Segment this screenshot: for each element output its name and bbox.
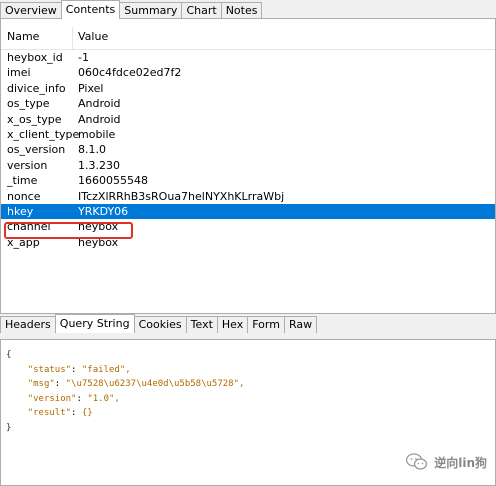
row-value: 060c4fdce02ed7f2	[78, 66, 182, 80]
table-row[interactable]: x_client_type mobile	[1, 127, 495, 142]
json-value-result: {}	[81, 408, 93, 418]
row-name: divice_info	[7, 81, 66, 95]
table-row[interactable]: os_version 8.1.0	[1, 142, 495, 157]
table-row[interactable]: hkey YRKDY06	[1, 204, 495, 219]
tab-raw[interactable]: Raw	[283, 316, 318, 333]
column-divider[interactable]	[72, 27, 73, 49]
row-name: nonce	[7, 189, 41, 203]
row-value: 1660055548	[78, 174, 148, 188]
tab-cookies[interactable]: Cookies	[133, 316, 187, 333]
tab-overview[interactable]: Overview	[0, 2, 62, 19]
tab-form[interactable]: Form	[247, 316, 285, 333]
row-value: -1	[78, 51, 89, 64]
row-name: _time	[7, 174, 38, 188]
row-name: channel	[7, 220, 51, 234]
top-tab-bar: Overview Contents Summary Chart Notes	[0, 0, 263, 19]
row-name: x_client_type	[7, 128, 80, 141]
watermark: 逆向lin狗	[406, 453, 487, 471]
table-row[interactable]: heybox_id -1	[1, 50, 495, 65]
table-row[interactable]: nonce ITczXlRRhB3sROua7helNYXhKLrraWbj	[1, 189, 495, 204]
row-name: x_os_type	[7, 112, 62, 126]
row-value: heybox	[78, 220, 119, 234]
row-name: heybox_id	[7, 51, 63, 64]
row-value: YRKDY06	[78, 205, 129, 218]
json-key-status: "status"	[27, 364, 72, 375]
table-row[interactable]: imei 060c4fdce02ed7f2	[1, 65, 495, 80]
table-row[interactable]: version 1.3.230	[1, 158, 495, 173]
table-row[interactable]: divice_info Pixel	[1, 81, 495, 96]
json-key-result: "result"	[27, 408, 72, 418]
row-value: heybox	[78, 235, 119, 249]
grid-header: Name Value	[1, 27, 495, 50]
table-row[interactable]: _time 1660055548	[1, 173, 495, 188]
table-row[interactable]: x_os_type Android	[1, 112, 495, 127]
json-value-msg: "\u7528\u6237\u4e0d\u5b58\u5728",	[65, 379, 245, 389]
row-name: os_type	[7, 97, 50, 111]
column-header-value[interactable]: Value	[78, 30, 108, 43]
watermark-text: 逆向lin狗	[434, 455, 487, 470]
row-value: mobile	[78, 128, 116, 141]
row-value: Android	[78, 112, 121, 126]
tab-contents[interactable]: Contents	[60, 0, 121, 19]
row-name: os_version	[7, 143, 66, 157]
row-value: 8.1.0	[78, 143, 106, 157]
wechat-icon	[406, 453, 428, 470]
row-value: Android	[78, 97, 121, 111]
table-row[interactable]: channel heybox	[1, 219, 495, 234]
tab-query-string[interactable]: Query String	[54, 314, 135, 333]
json-key-version: "version"	[27, 393, 77, 404]
row-value: Pixel	[78, 81, 104, 95]
request-params-grid: Name Value heybox_id -1 imei 060c4fdce02ed7…	[0, 18, 496, 314]
row-name: version	[7, 158, 48, 172]
tab-notes[interactable]: Notes	[220, 2, 263, 19]
json-value-status: "failed",	[81, 364, 131, 375]
row-name: hkey	[7, 205, 34, 218]
bottom-tab-bar: Headers Query String Cookies Text Hex Fo…	[0, 314, 318, 333]
response-json: { "status": "failed", "msg": "\u7528\u62…	[6, 350, 245, 433]
json-key-msg: "msg"	[27, 379, 55, 389]
tab-summary[interactable]: Summary	[119, 2, 183, 19]
tab-chart[interactable]: Chart	[181, 2, 222, 19]
column-header-name[interactable]: Name	[7, 30, 39, 43]
response-body-panel: { "status": "failed", "msg": "\u7528\u62…	[0, 339, 496, 486]
row-name: imei	[7, 66, 31, 80]
tab-headers[interactable]: Headers	[0, 316, 56, 333]
table-row[interactable]: os_type Android	[1, 96, 495, 111]
table-row[interactable]: x_app heybox	[1, 235, 495, 250]
tab-text[interactable]: Text	[185, 316, 218, 333]
json-close-brace: }	[6, 422, 12, 433]
json-value-version: "1.0",	[87, 393, 120, 404]
row-value: ITczXlRRhB3sROua7helNYXhKLrraWbj	[78, 189, 285, 203]
json-open-brace: {	[6, 350, 12, 360]
tab-hex[interactable]: Hex	[216, 316, 249, 333]
row-name: x_app	[7, 235, 40, 249]
row-value: 1.3.230	[78, 158, 120, 172]
